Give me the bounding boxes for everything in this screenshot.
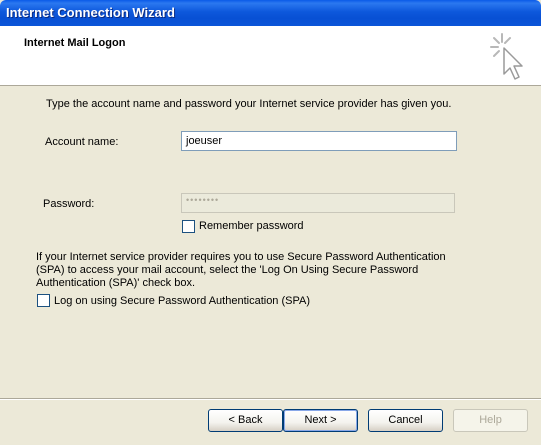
wizard-cursor-sparkle-icon [490, 33, 523, 80]
spa-checkbox[interactable] [37, 294, 50, 307]
remember-password-label[interactable]: Remember password [199, 220, 304, 232]
spa-checkbox-label[interactable]: Log on using Secure Password Authenticat… [54, 295, 310, 307]
footer-divider [0, 398, 541, 400]
spa-info-line-2: (SPA) to access your mail account, selec… [36, 264, 419, 276]
intro-text: Type the account name and password your … [46, 98, 452, 110]
password-field[interactable]: •••••••• [181, 193, 455, 213]
window-title: Internet Connection Wizard [6, 5, 175, 20]
header-panel: Internet Mail Logon [0, 26, 541, 86]
spa-info-line-3: Authentication (SPA)' check box. [36, 277, 196, 289]
title-bar[interactable]: Internet Connection Wizard [0, 0, 541, 26]
next-button[interactable]: Next > [283, 409, 358, 432]
account-name-label: Account name: [45, 136, 119, 148]
cancel-button[interactable]: Cancel [368, 409, 443, 432]
back-button[interactable]: < Back [208, 409, 283, 432]
account-name-field[interactable]: joeuser [181, 131, 457, 151]
wizard-window: Internet Connection Wizard Internet Mail… [0, 0, 541, 445]
page-title: Internet Mail Logon [24, 37, 126, 49]
password-label: Password: [43, 198, 95, 210]
help-button[interactable]: Help [453, 409, 528, 432]
spa-info-line-1: If your Internet service provider requir… [36, 251, 446, 263]
remember-password-checkbox[interactable] [182, 220, 195, 233]
